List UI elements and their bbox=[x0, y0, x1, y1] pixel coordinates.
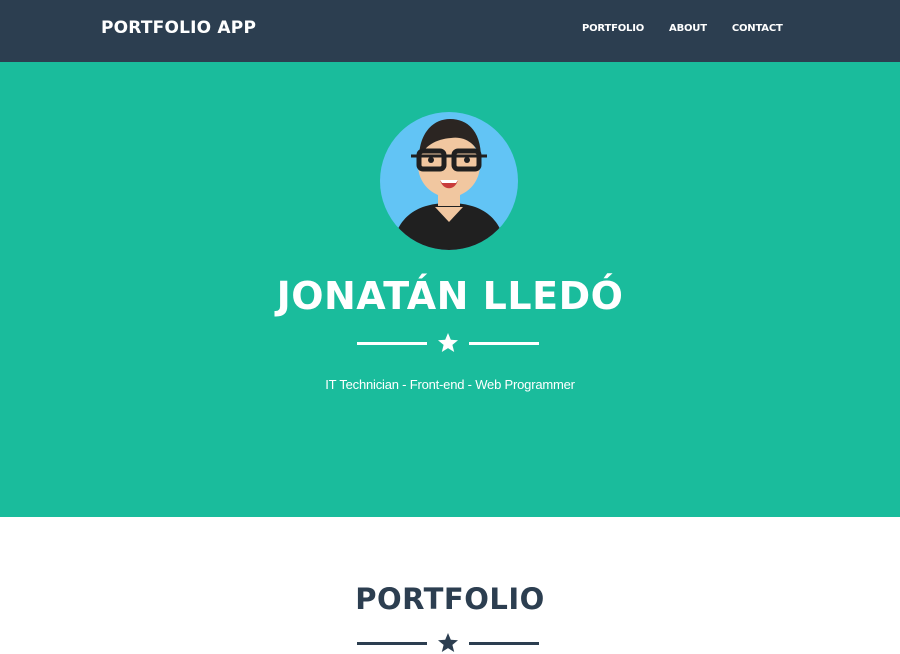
masthead-heading: JONATÁN LLEDÓ bbox=[276, 274, 624, 318]
portfolio-divider bbox=[357, 632, 539, 654]
nav-link-portfolio[interactable]: PORTFOLIO bbox=[582, 23, 644, 34]
masthead-subheading: IT Technician - Front-end - Web Programm… bbox=[325, 377, 575, 392]
avatar-right-eye bbox=[464, 157, 470, 163]
star-icon bbox=[438, 633, 458, 652]
divider-line-right bbox=[469, 342, 539, 345]
portfolio-heading: PORTFOLIO bbox=[355, 582, 545, 616]
nav-links: PORTFOLIO ABOUT CONTACT bbox=[582, 23, 783, 34]
nav-link-contact[interactable]: CONTACT bbox=[732, 23, 783, 34]
avatar bbox=[380, 112, 518, 250]
star-icon bbox=[438, 333, 458, 352]
avatar-left-eye bbox=[428, 157, 434, 163]
divider-line-right bbox=[469, 642, 539, 645]
navbar: PORTFOLIO APP PORTFOLIO ABOUT CONTACT bbox=[0, 0, 900, 62]
brand-link[interactable]: PORTFOLIO APP bbox=[101, 18, 256, 38]
divider-line-left bbox=[357, 642, 427, 645]
nav-link-about[interactable]: ABOUT bbox=[669, 23, 707, 34]
masthead-divider bbox=[357, 332, 539, 354]
divider-line-left bbox=[357, 342, 427, 345]
avatar-teeth bbox=[440, 180, 458, 183]
